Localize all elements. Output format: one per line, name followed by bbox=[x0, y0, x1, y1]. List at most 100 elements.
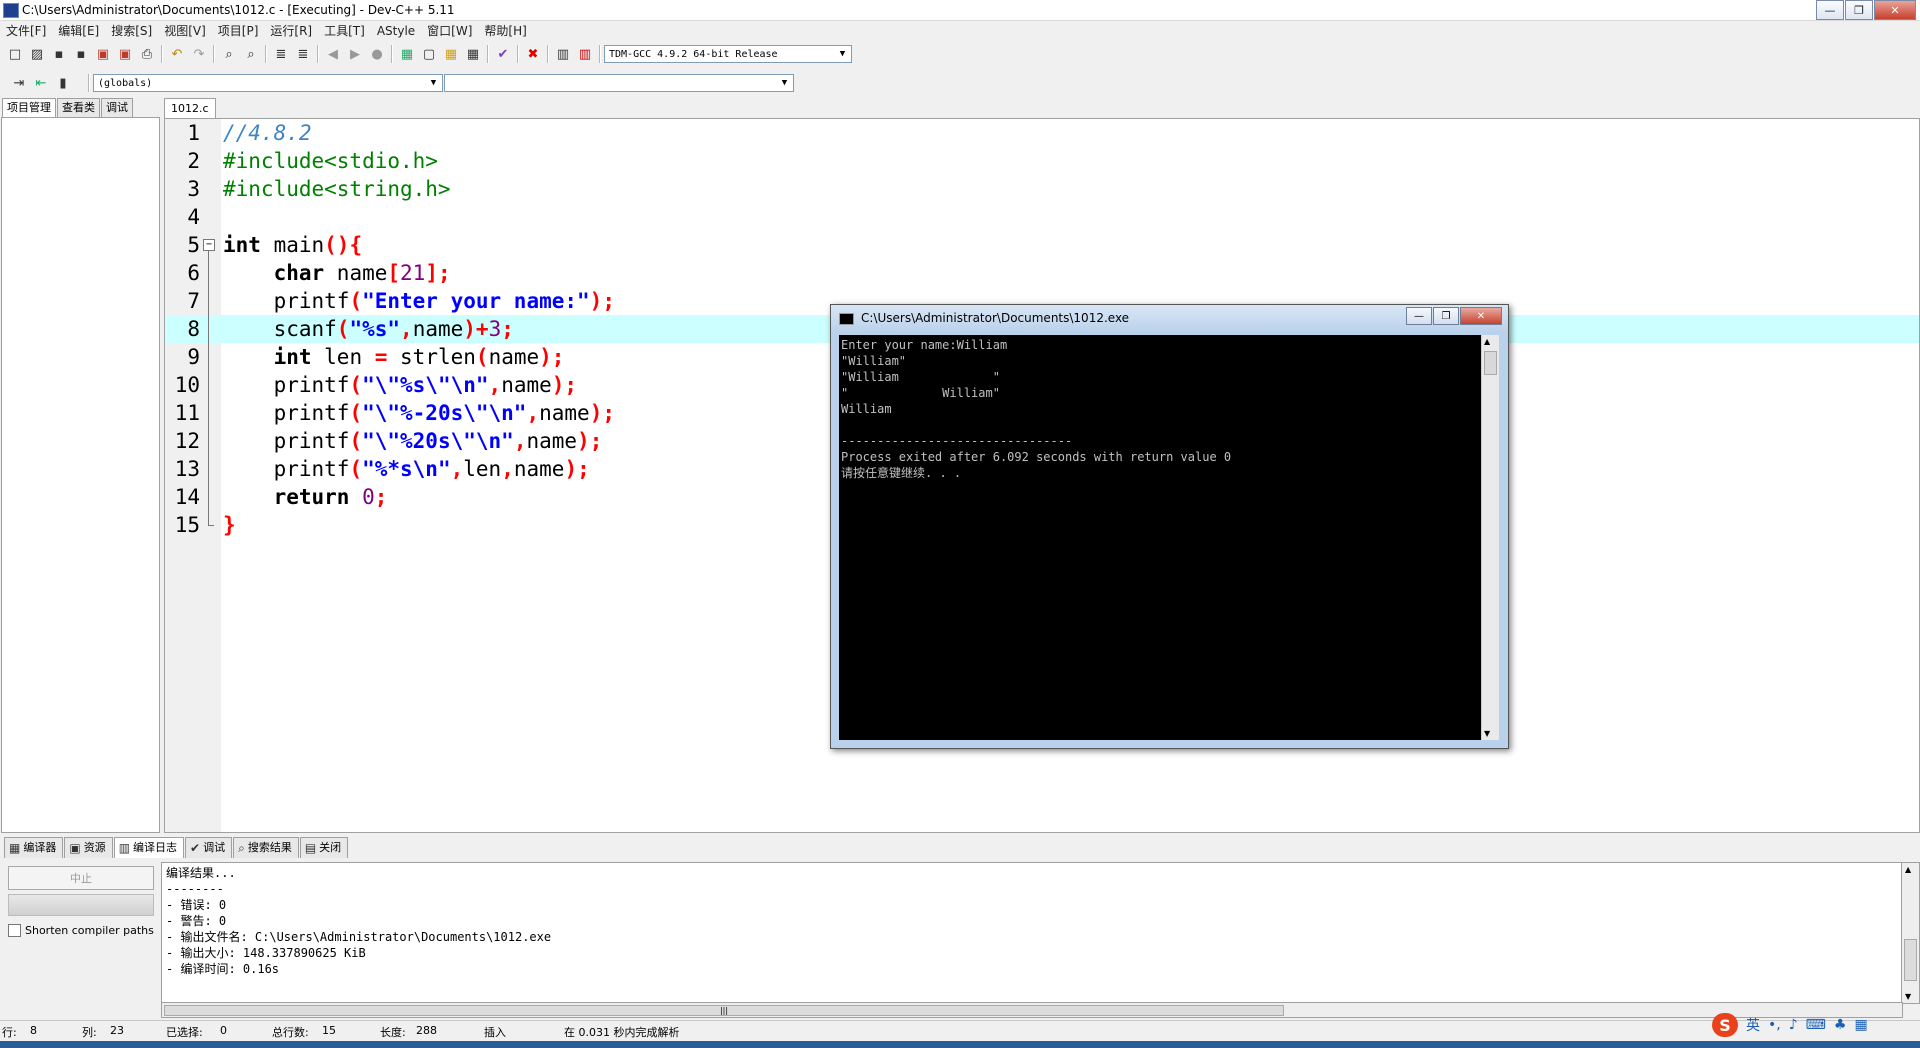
symbol-select[interactable]: ▼ bbox=[444, 74, 794, 92]
code-line[interactable]: 4 bbox=[165, 203, 1919, 231]
menu-view[interactable]: 视图[V] bbox=[158, 22, 212, 39]
status-total: 15 bbox=[322, 1024, 336, 1037]
compile-log[interactable]: 编译结果... -------- - 错误: 0 - 警告: 0 - 输出文件名: C:… bbox=[161, 862, 1903, 1004]
console-output[interactable]: Enter your name:William "William" "William… bbox=[839, 335, 1489, 740]
scroll-up-icon[interactable]: ▲ bbox=[1484, 337, 1490, 346]
compile-icon[interactable]: ▦ bbox=[398, 45, 416, 63]
console-window[interactable]: C:\Users\Administrator\Documents\1012.ex… bbox=[830, 304, 1509, 749]
menu-run[interactable]: 运行[R] bbox=[264, 22, 318, 39]
punctuation-icon[interactable]: •, bbox=[1768, 1017, 1781, 1033]
goto-line-icon[interactable]: ▮ bbox=[54, 74, 72, 92]
menu-project[interactable]: 项目[P] bbox=[212, 22, 265, 39]
unindent-icon[interactable]: ≣ bbox=[294, 45, 312, 63]
save-icon[interactable]: ▪ bbox=[50, 45, 68, 63]
log-vertical-scrollbar[interactable]: ▲ ▼ bbox=[1901, 862, 1920, 1004]
console-title-bar[interactable]: C:\Users\Administrator\Documents\1012.ex… bbox=[831, 305, 1508, 331]
menu-window[interactable]: 窗口[W] bbox=[421, 22, 478, 39]
shorten-paths-option[interactable]: Shorten compiler paths bbox=[8, 924, 154, 937]
menu-tools[interactable]: 工具[T] bbox=[318, 22, 371, 39]
replace-icon[interactable]: ⌕ bbox=[242, 45, 260, 63]
code-token: name bbox=[501, 373, 552, 397]
log-hscroll-thumb[interactable]: ||| bbox=[164, 1005, 1284, 1016]
close-file-icon[interactable]: ▣ bbox=[94, 45, 112, 63]
scroll-down-icon[interactable]: ▼ bbox=[1905, 992, 1911, 1001]
code-token: len bbox=[463, 457, 502, 481]
bookmark-icon[interactable]: ● bbox=[368, 45, 386, 63]
new-file-icon[interactable]: □ bbox=[6, 45, 24, 63]
code-line[interactable]: 6 char name[21]; bbox=[165, 259, 1919, 287]
find-icon[interactable]: ⌕ bbox=[220, 45, 238, 63]
minimize-button[interactable]: — bbox=[1816, 0, 1844, 20]
tab-compile-log[interactable]: ▥ 编译日志 bbox=[113, 837, 185, 858]
print-icon[interactable]: ⎙ bbox=[138, 45, 156, 63]
code-line[interactable]: 1 //4.8.2 bbox=[165, 119, 1919, 147]
tab-debug[interactable]: ✔ 调试 bbox=[185, 837, 233, 858]
console-scrollbar[interactable]: ▲ ▼ bbox=[1481, 335, 1499, 740]
tab-project[interactable]: 项目管理 bbox=[2, 98, 56, 117]
rebuild-icon[interactable]: ▦ bbox=[464, 45, 482, 63]
log-scroll-thumb[interactable] bbox=[1904, 939, 1917, 981]
close-all-icon[interactable]: ▣ bbox=[116, 45, 134, 63]
tab-debug[interactable]: 调试 bbox=[101, 98, 133, 117]
menu-edit[interactable]: 编辑[E] bbox=[52, 22, 105, 39]
menu-search[interactable]: 搜索[S] bbox=[105, 22, 158, 39]
menu-astyle[interactable]: AStyle bbox=[371, 24, 421, 38]
keyboard-icon[interactable]: ⌨ bbox=[1806, 1017, 1826, 1033]
log-line: - 错误: 0 bbox=[166, 898, 227, 912]
code-text: #include<stdio.h> bbox=[223, 147, 438, 175]
run-icon[interactable]: ▢ bbox=[420, 45, 438, 63]
chart-icon[interactable]: ▥ bbox=[554, 45, 572, 63]
compiler-select[interactable]: TDM-GCC 4.9.2 64-bit Release ▼ bbox=[604, 45, 852, 63]
syntax-check-icon[interactable]: ✔ bbox=[494, 45, 512, 63]
code-line[interactable]: 2 #include<stdio.h> bbox=[165, 147, 1919, 175]
compile-run-icon[interactable]: ▦ bbox=[442, 45, 460, 63]
goto-back-icon[interactable]: ◀ bbox=[324, 45, 342, 63]
shirt-icon[interactable]: ♣ bbox=[1834, 1017, 1847, 1033]
ime-logo[interactable]: S bbox=[1712, 1013, 1738, 1037]
goto-forward-icon[interactable]: ▶ bbox=[346, 45, 364, 63]
scope-select[interactable]: (globals) ▼ bbox=[93, 74, 443, 92]
line-number: 1 bbox=[187, 121, 200, 145]
grid-icon[interactable]: ▦ bbox=[1854, 1017, 1867, 1033]
console-close-button[interactable]: ✕ bbox=[1460, 307, 1502, 325]
console-scroll-thumb[interactable] bbox=[1484, 351, 1497, 375]
maximize-button[interactable]: ❐ bbox=[1845, 0, 1873, 20]
log-horizontal-scrollbar[interactable]: ||| bbox=[161, 1002, 1903, 1018]
chevron-down-icon: ▼ bbox=[781, 78, 788, 88]
project-tree[interactable] bbox=[1, 117, 160, 833]
scroll-up-icon[interactable]: ▲ bbox=[1905, 865, 1911, 874]
ime-lang[interactable]: 英 bbox=[1746, 1015, 1760, 1035]
profile-icon[interactable]: ▥ bbox=[576, 45, 594, 63]
insert-icon[interactable]: ⇥ bbox=[10, 74, 28, 92]
toggle-breakpoint-icon[interactable]: ⇤ bbox=[32, 74, 50, 92]
shorten-paths-checkbox[interactable] bbox=[8, 924, 21, 937]
tab-resources[interactable]: ▣ 资源 bbox=[64, 837, 113, 858]
code-line[interactable]: 5 int main(){ bbox=[165, 231, 1919, 259]
tab-compiler[interactable]: ▦ 编译器 bbox=[4, 837, 64, 858]
save-all-icon[interactable]: ▪ bbox=[72, 45, 90, 63]
status-parse: 在 0.031 秒内完成解析 bbox=[564, 1026, 680, 1039]
tab-file-1012c[interactable]: 1012.c bbox=[164, 98, 216, 119]
microphone-icon[interactable]: ♪ bbox=[1789, 1017, 1798, 1033]
code-token: ( bbox=[349, 401, 363, 425]
undo-icon[interactable]: ↶ bbox=[168, 45, 186, 63]
console-minimize-button[interactable]: — bbox=[1406, 307, 1432, 325]
scroll-down-icon[interactable]: ▼ bbox=[1484, 729, 1490, 738]
redo-icon[interactable]: ↷ bbox=[190, 45, 208, 63]
console-maximize-button[interactable]: ❐ bbox=[1433, 307, 1459, 325]
open-file-icon[interactable]: ▨ bbox=[28, 45, 46, 63]
stop-button[interactable]: 中止 bbox=[8, 866, 154, 890]
close-icon: ▤ bbox=[304, 841, 317, 855]
indent-icon[interactable]: ≣ bbox=[272, 45, 290, 63]
code-line[interactable]: 3 #include<string.h> bbox=[165, 175, 1919, 203]
tab-classes[interactable]: 查看类 bbox=[57, 98, 100, 117]
tab-search-results[interactable]: ⌕ 搜索结果 bbox=[233, 837, 299, 858]
stop-execution-icon[interactable]: ✖ bbox=[524, 45, 542, 63]
fold-toggle-icon[interactable]: − bbox=[203, 239, 215, 251]
menu-file[interactable]: 文件[F] bbox=[0, 22, 52, 39]
menu-help[interactable]: 帮助[H] bbox=[478, 22, 532, 39]
tab-close[interactable]: ▤ 关闭 bbox=[299, 837, 349, 858]
close-button[interactable]: ✕ bbox=[1874, 0, 1916, 20]
